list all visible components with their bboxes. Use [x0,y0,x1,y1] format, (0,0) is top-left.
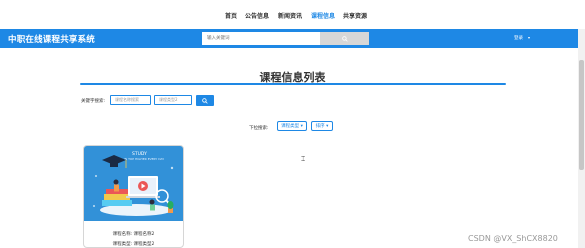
user-menu[interactable]: 登录 [514,35,523,41]
course-cover-image: STUDY IN TOP HIGHER EVERY DAY [84,146,183,221]
nav-item-shared-resources[interactable]: 共享资源 [343,11,367,20]
keyword-search-label: 关键字搜索: [81,99,106,104]
chevron-down-icon[interactable]: ▾ [528,35,530,40]
header-bar: 中职在线课程共享系统 登录 ▾ [0,29,585,48]
search-icon [202,97,208,104]
nav-item-courses[interactable]: 课程信息 [311,11,335,20]
dropdown-search-label: 下拉搜索: [249,126,269,131]
keyword-search-button[interactable] [196,95,214,106]
search-button[interactable] [320,32,369,45]
course-type-dropdown[interactable]: 课程类型 ▾ [277,121,307,131]
nav-item-home[interactable]: 首页 [225,11,237,20]
sort-dropdown[interactable]: 排序 ▾ [311,121,333,131]
search-icon [341,35,348,42]
cover-text-slogan: IN TOP HIGHER EVERY DAY [124,157,164,161]
title-underline [80,83,506,85]
course-card[interactable]: STUDY IN TOP HIGHER EVERY DAY 课程名称: 课程名称… [83,145,184,248]
nav-item-announcements[interactable]: 公告信息 [245,11,269,20]
nav-item-news[interactable]: 新闻资讯 [278,11,302,20]
course-type-search-input[interactable]: 课程类型2 [154,95,192,105]
watermark: CSDN @VX_ShCX8820 [468,234,558,243]
course-type: 课程类型: 课程类型2 [112,242,155,247]
mouse-cursor-icon: ⌶ [301,155,306,163]
course-name-search-input[interactable]: 课程名称搜索 [110,95,151,105]
search-input[interactable] [202,32,320,45]
top-nav: 首页 公告信息 新闻资讯 课程信息 共享资源 [0,0,585,29]
site-title: 中职在线课程共享系统 [8,35,96,45]
course-name: 课程名称: 课程名称2 [112,232,155,237]
